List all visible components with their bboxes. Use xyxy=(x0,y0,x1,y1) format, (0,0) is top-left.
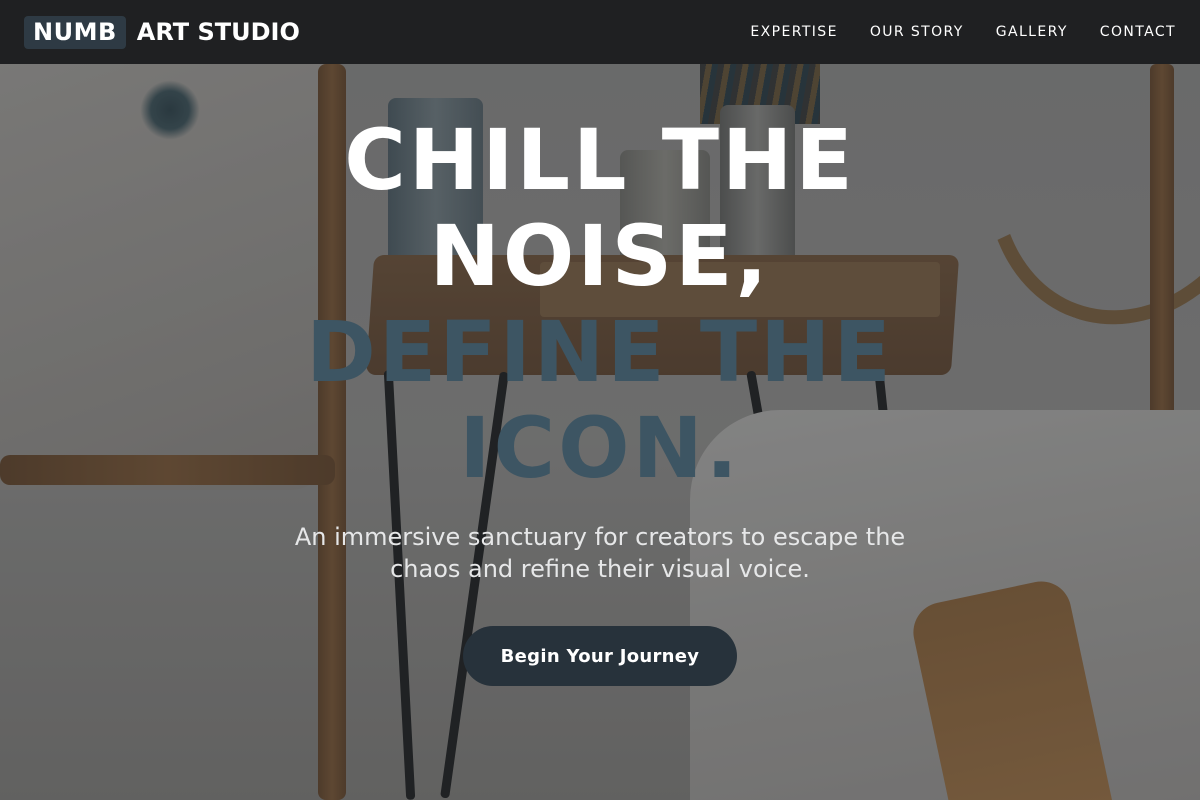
headline-line-2: NOISE, xyxy=(429,207,771,305)
nav-link-contact[interactable]: CONTACT xyxy=(1100,24,1176,40)
site-header: NUMB ART STUDIO EXPERTISE OUR STORY GALL… xyxy=(0,0,1200,64)
nav-link-gallery[interactable]: GALLERY xyxy=(996,24,1068,40)
hero-subtext: An immersive sanctuary for creators to e… xyxy=(294,523,906,583)
begin-journey-button[interactable]: Begin Your Journey xyxy=(463,626,737,686)
main-nav: EXPERTISE OUR STORY GALLERY CONTACT xyxy=(718,24,1176,40)
headline-line-1: CHILL THE xyxy=(344,111,856,209)
logo-mark: NUMB xyxy=(24,15,126,49)
nav-link-our-story[interactable]: OUR STORY xyxy=(870,24,964,40)
nav-link-expertise[interactable]: EXPERTISE xyxy=(750,24,837,40)
headline-line-4: ICON. xyxy=(459,399,741,497)
hero-headline: CHILL THE NOISE, DEFINE THE ICON. xyxy=(0,112,1200,496)
headline-line-3: DEFINE THE xyxy=(306,303,894,401)
hero-section: CHILL THE NOISE, DEFINE THE ICON. An imm… xyxy=(0,64,1200,800)
logo-link[interactable]: NUMB ART STUDIO xyxy=(24,15,300,49)
logo-text: ART STUDIO xyxy=(136,18,300,46)
